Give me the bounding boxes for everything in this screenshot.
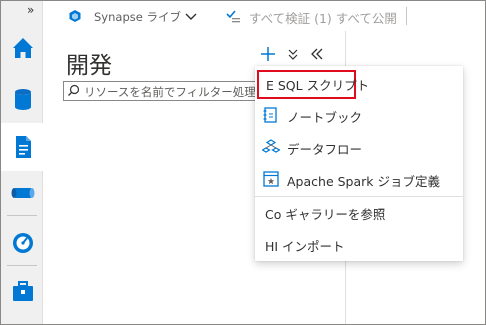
menu-item-sql-script[interactable]: E SQL スクリプト <box>255 68 463 100</box>
database-icon[interactable] <box>9 85 37 113</box>
document-icon[interactable] <box>9 133 37 161</box>
collapse-all-icon[interactable] <box>283 44 303 64</box>
add-resource-button[interactable] <box>258 44 278 64</box>
menu-item-label: データフロー <box>287 142 363 157</box>
toolbox-icon[interactable] <box>9 277 37 305</box>
search-icon <box>68 84 80 96</box>
top-bar: Synapse ライブ すべて検証 (1) すべて公開 <box>44 1 485 31</box>
search-placeholder: リソースを名前でフィルター処理 <box>84 85 256 99</box>
page-title: 開発 <box>66 53 112 79</box>
menu-item-import[interactable]: HI インポート <box>255 228 463 260</box>
monitor-icon[interactable] <box>9 229 37 257</box>
chevron-down-icon[interactable] <box>184 9 198 23</box>
menu-item-label: E SQL スクリプト <box>266 78 370 93</box>
menu-item-spark-job[interactable]: Apache Spark ジョブ定義 <box>255 163 463 195</box>
left-rail: » <box>1 1 43 324</box>
synapse-icon <box>69 10 81 22</box>
notebook-icon <box>263 107 277 123</box>
expand-rail-button[interactable]: » <box>27 3 34 17</box>
rail-divider <box>7 265 37 266</box>
menu-item-notebook[interactable]: ノートブック <box>255 99 463 131</box>
menu-item-browse-gallery[interactable]: Co ギャラリーを参照 <box>255 196 463 228</box>
pipeline-icon[interactable] <box>9 179 37 207</box>
menu-item-label: ノートブック <box>287 110 363 125</box>
spark-job-icon <box>263 171 279 187</box>
menu-item-label: HI インポート <box>265 239 345 254</box>
validate-publish-label[interactable]: すべて検証 (1) すべて公開 <box>249 8 397 27</box>
collapse-panel-icon[interactable] <box>307 44 327 64</box>
topbar-divider <box>406 7 407 25</box>
menu-item-label: Co ギャラリーを参照 <box>265 207 386 222</box>
home-icon[interactable] <box>9 34 37 62</box>
validate-icon[interactable] <box>225 8 241 24</box>
menu-item-dataflow[interactable]: データフロー <box>255 131 463 163</box>
synapse-live-label[interactable]: Synapse ライブ <box>94 9 181 25</box>
add-resource-menu: E SQL スクリプト ノートブック データフロー Apache Spark ジ… <box>255 66 463 261</box>
dataflow-icon <box>262 139 280 153</box>
rail-divider <box>7 215 37 216</box>
menu-item-label: Apache Spark ジョブ定義 <box>287 174 440 189</box>
